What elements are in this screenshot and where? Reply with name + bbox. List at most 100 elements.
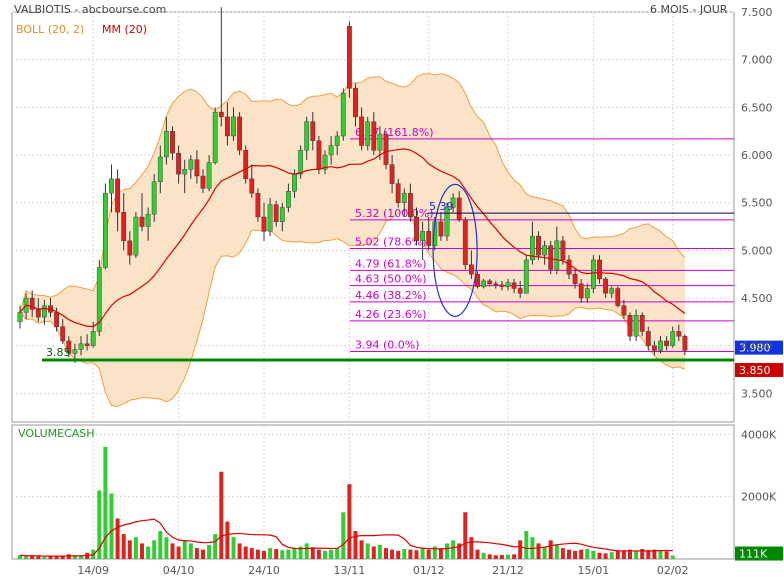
- candle-body: [121, 212, 127, 242]
- volume-bar: [390, 549, 395, 559]
- candle-body: [633, 315, 639, 337]
- volume-bar: [176, 546, 181, 559]
- support-label: 3.85: [46, 346, 71, 359]
- candle-body: [72, 349, 78, 354]
- candle-body: [584, 288, 590, 299]
- candle-body: [389, 164, 395, 184]
- volume-bar: [152, 540, 157, 559]
- candle-body: [139, 216, 145, 227]
- volume-bar: [207, 544, 212, 559]
- stock-chart: 6.17 (161.8%)5.32 (100.0%)5.02 (78.6%)4.…: [11, 3, 783, 577]
- volume-bar: [201, 549, 205, 559]
- volume-bar: [36, 556, 41, 559]
- price-tick-label: 6.500: [741, 101, 773, 114]
- fib-label: 4.46 (38.2%): [355, 289, 427, 302]
- price-tick-label: 7.000: [741, 54, 773, 67]
- volume-bar: [603, 553, 608, 559]
- volume-bar: [164, 537, 169, 559]
- candle-body: [597, 259, 602, 280]
- volume-bar: [493, 555, 498, 559]
- volume-bar: [249, 548, 254, 559]
- volume-bar: [140, 543, 144, 559]
- volume-bar: [475, 549, 480, 559]
- candle-body: [127, 240, 133, 256]
- fib-label: 4.79 (61.8%): [355, 257, 427, 270]
- candle-body: [462, 219, 468, 265]
- volume-bar: [542, 546, 547, 559]
- candle-body: [163, 130, 169, 158]
- volume-bar: [670, 555, 675, 559]
- volume-bar: [597, 552, 602, 559]
- time-tick-label: 01/12: [413, 564, 445, 577]
- candle-body: [438, 221, 444, 237]
- candle-body: [286, 191, 291, 208]
- volume-bar: [573, 550, 578, 559]
- volume-bar: [304, 543, 309, 559]
- volume-bar: [609, 552, 614, 559]
- candle-body: [511, 282, 517, 289]
- candle-body: [523, 259, 529, 294]
- volume-bar: [262, 550, 266, 559]
- candle-body: [267, 204, 273, 232]
- candle-body: [591, 259, 596, 289]
- time-tick-label: 14/09: [77, 564, 109, 577]
- volume-bar: [42, 556, 47, 559]
- candle-body: [224, 116, 230, 137]
- candle-body: [218, 111, 224, 118]
- volume-bar: [615, 550, 620, 559]
- volume-bar: [371, 546, 376, 559]
- candle-body: [279, 207, 285, 222]
- candle-body: [231, 116, 236, 137]
- candle-body: [200, 175, 206, 189]
- candle-body: [377, 133, 383, 151]
- candle-body: [157, 156, 163, 182]
- volume-bar: [103, 446, 108, 559]
- volume-bar: [499, 554, 504, 559]
- candle-body: [676, 331, 682, 337]
- volume-bar: [469, 537, 474, 559]
- volume-bar: [560, 548, 565, 559]
- candle-body: [292, 173, 297, 192]
- volume-bar: [420, 548, 425, 559]
- candle-body: [560, 240, 566, 261]
- volume-bar: [585, 549, 590, 559]
- volume-bar: [237, 543, 242, 559]
- volume-bar: [365, 543, 370, 559]
- candle-body: [133, 216, 139, 256]
- volume-bar: [274, 549, 279, 559]
- fib-label: 4.26 (23.6%): [355, 308, 427, 321]
- volume-bar: [463, 512, 468, 559]
- volume-bar: [255, 549, 260, 559]
- volume-bar: [384, 548, 388, 559]
- volume-bar: [426, 549, 431, 559]
- candle-body: [255, 192, 261, 218]
- volume-bar: [664, 551, 669, 559]
- candle-body: [340, 92, 346, 137]
- volume-bar: [213, 534, 218, 559]
- volume-bar: [536, 543, 541, 559]
- volume-bar: [188, 543, 193, 559]
- volume-bar: [219, 471, 224, 559]
- candle-body: [426, 231, 432, 246]
- candle-body: [261, 216, 267, 232]
- candle-body: [54, 312, 60, 327]
- volume-bar: [359, 540, 364, 559]
- candle-body: [658, 340, 663, 351]
- ma-legend: MM (20): [102, 23, 147, 36]
- price-tick-label: 4.000: [741, 340, 773, 353]
- candle-body: [334, 135, 340, 146]
- volume-bar: [127, 540, 132, 559]
- volume-bar: [60, 556, 65, 559]
- volume-bar: [438, 548, 443, 559]
- volume-bar: [408, 549, 413, 559]
- volume-bar: [506, 554, 510, 559]
- volume-bar: [512, 554, 517, 559]
- volume-bar: [445, 543, 449, 559]
- volume-legend: VOLUMECASH: [18, 427, 95, 440]
- candle-body: [90, 331, 96, 346]
- volume-bar: [414, 550, 419, 559]
- candle-body: [151, 181, 157, 215]
- volume-bar: [524, 530, 529, 559]
- price-tick-label: 4.500: [741, 292, 773, 305]
- candle-body: [310, 121, 316, 141]
